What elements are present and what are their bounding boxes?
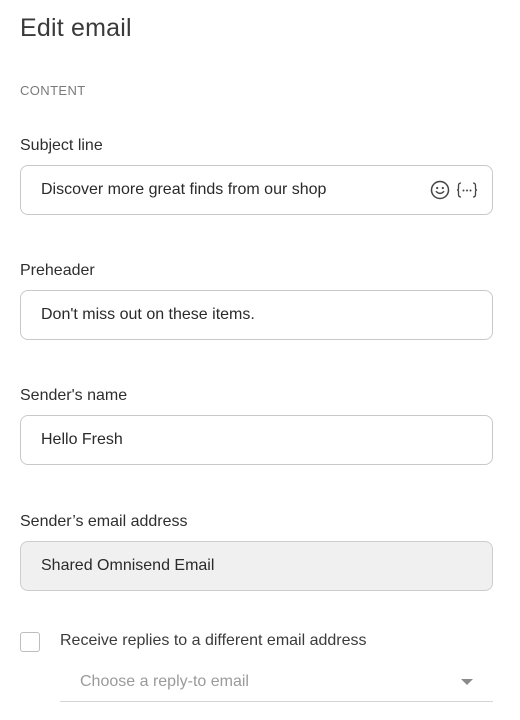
reply-to-checkbox[interactable] xyxy=(20,632,40,652)
preheader-label: Preheader xyxy=(20,262,95,279)
sender-email-value: Shared Omnisend Email xyxy=(41,557,215,574)
preheader-input[interactable]: Don't miss out on these items. xyxy=(20,290,493,340)
personalization-tag-icon[interactable] xyxy=(456,181,478,199)
sender-name-label: Sender's name xyxy=(20,387,128,404)
sender-name-input[interactable]: Hello Fresh xyxy=(20,415,493,465)
subject-line-label: Subject line xyxy=(20,137,103,154)
page-title: Edit email xyxy=(20,14,132,42)
preheader-value[interactable]: Don't miss out on these items. xyxy=(41,306,478,324)
subject-line-input[interactable]: Discover more great finds from our shop xyxy=(20,165,493,215)
sender-email-label: Sender’s email address xyxy=(20,513,188,530)
subject-line-value[interactable]: Discover more great finds from our shop xyxy=(41,181,422,199)
sender-name-value[interactable]: Hello Fresh xyxy=(41,431,478,449)
reply-to-select[interactable]: Choose a reply-to email xyxy=(60,662,493,702)
section-label-content: CONTENT xyxy=(20,83,86,98)
emoji-icon[interactable] xyxy=(430,180,450,200)
sender-email-field: Shared Omnisend Email xyxy=(20,541,493,591)
reply-to-select-placeholder: Choose a reply-to email xyxy=(80,672,249,690)
reply-to-checkbox-label[interactable]: Receive replies to a different email add… xyxy=(60,632,367,650)
chevron-down-icon[interactable] xyxy=(461,678,473,685)
subject-line-icons xyxy=(430,180,478,200)
